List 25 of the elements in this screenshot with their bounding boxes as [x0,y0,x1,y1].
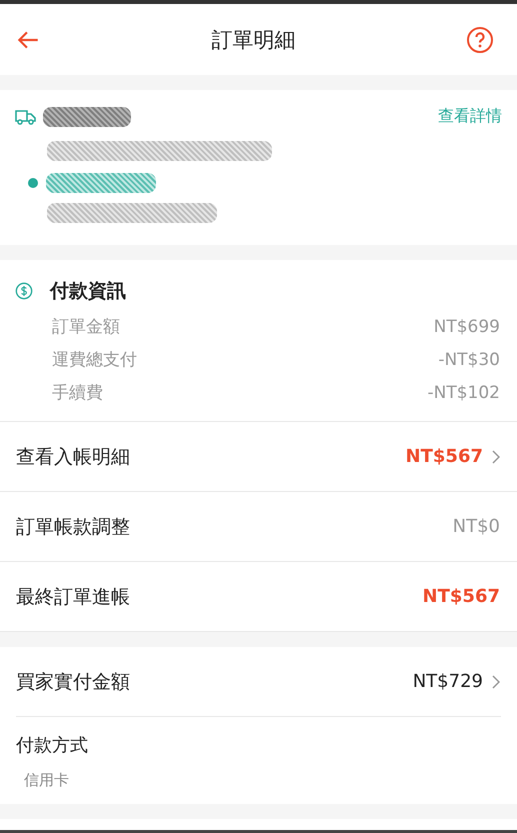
dollar-icon [15,282,33,300]
line-label: 手續費 [52,382,103,404]
line-amount: -NT$30 [438,350,500,370]
line-label: 訂單金額 [52,316,120,338]
line-amount: NT$699 [434,316,500,336]
row-amount: NT$567 [422,586,500,607]
payment-method-value: 信用卡 [23,771,70,790]
row-amount: NT$567 [406,446,483,467]
line-amount: -NT$102 [428,382,500,402]
row-amount: NT$729 [412,671,483,692]
row-label: 最終訂單進帳 [16,584,130,610]
timeline-dot-icon [28,178,38,188]
details-link[interactable]: 查看詳情 [438,106,502,127]
truck-icon [15,108,37,124]
help-icon[interactable] [466,26,494,54]
line-label: 運費總支付 [52,349,137,371]
section-title: 付款資訊 [50,279,126,304]
row-label: 查看入帳明細 [16,444,130,470]
chevron-right-icon[interactable] [492,674,500,688]
payment-method-title: 付款方式 [16,734,89,757]
row-amount: NT$0 [452,516,500,537]
row-label: 買家實付金額 [16,670,130,694]
page-title: 訂單明細 [212,26,296,54]
row-label: 訂單帳款調整 [16,514,130,540]
chevron-right-icon[interactable] [492,450,500,464]
